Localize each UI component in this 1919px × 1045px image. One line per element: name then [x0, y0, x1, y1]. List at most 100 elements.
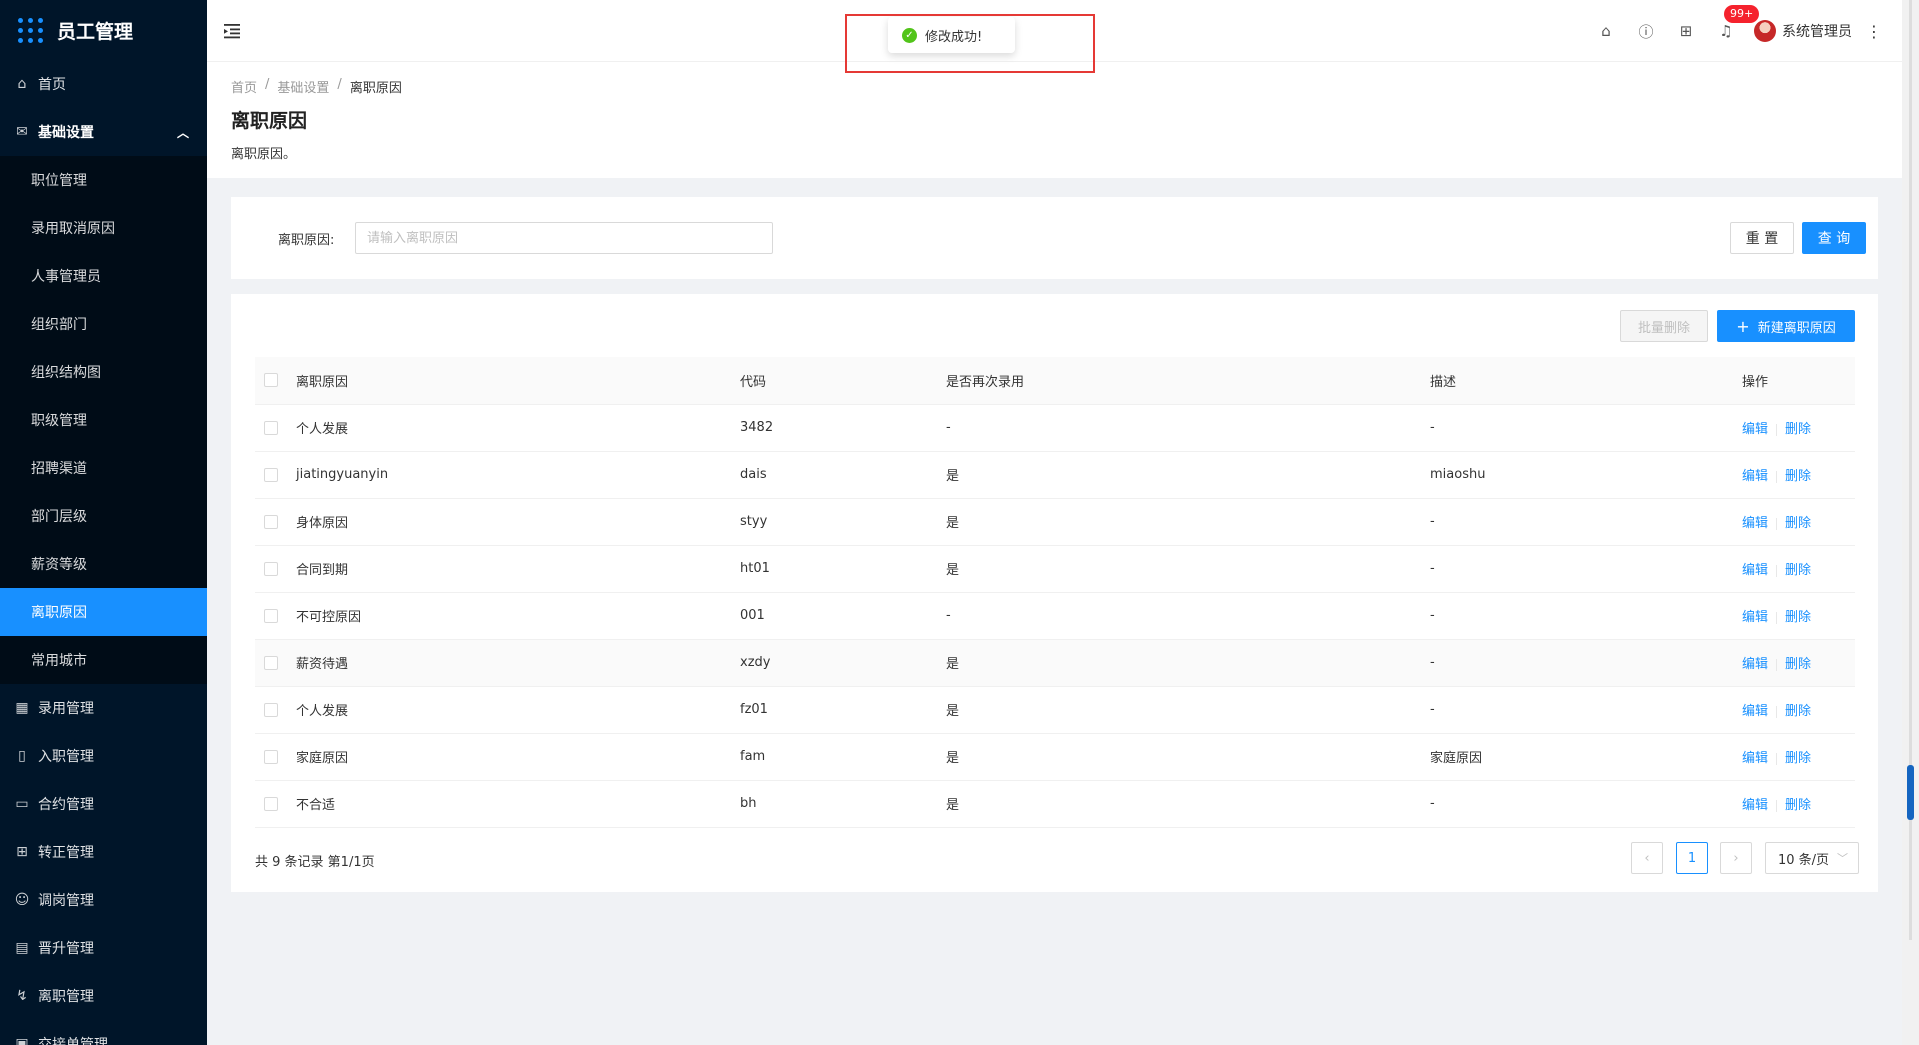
- sidebar-item-resign-mgmt[interactable]: ↯ 离职管理: [0, 972, 207, 1020]
- sidebar-item-transfer-mgmt[interactable]: ☺ 调岗管理: [0, 876, 207, 924]
- home-icon[interactable]: ⌂: [1596, 21, 1616, 41]
- query-button[interactable]: 查 询: [1802, 222, 1866, 254]
- column-header-code: 代码: [740, 357, 946, 405]
- pagination-next-button[interactable]: ›: [1720, 842, 1752, 874]
- breadcrumb-basic-settings[interactable]: 基础设置: [277, 77, 329, 96]
- sidebar-item-handover-mgmt[interactable]: ▣ 交接单管理: [0, 1020, 207, 1045]
- edit-link[interactable]: 编辑: [1742, 704, 1768, 719]
- sidebar-item-dept-level[interactable]: 部门层级: [0, 492, 207, 540]
- edit-link[interactable]: 编辑: [1742, 798, 1768, 813]
- table-row: 不可控原因 001 - - 编辑 删除: [255, 592, 1855, 640]
- breadcrumb-home[interactable]: 首页: [231, 77, 257, 96]
- sidebar-item-onboard-mgmt[interactable]: ▯ 入职管理: [0, 732, 207, 780]
- select-all-checkbox[interactable]: [264, 373, 278, 388]
- edit-link[interactable]: 编辑: [1742, 563, 1768, 578]
- sidebar-item-label: 晋升管理: [38, 941, 94, 957]
- delete-link[interactable]: 删除: [1785, 798, 1811, 813]
- calendar-icon: ▭: [15, 796, 29, 812]
- cell-rehire: 是: [946, 639, 1430, 687]
- row-checkbox[interactable]: [264, 608, 278, 623]
- sidebar-item-common-city[interactable]: 常用城市: [0, 636, 207, 684]
- cell-actions: 编辑 删除: [1742, 404, 1855, 452]
- delete-link[interactable]: 删除: [1785, 751, 1811, 766]
- sidebar-item-recruit-channel[interactable]: 招聘渠道: [0, 444, 207, 492]
- sidebar-item-position[interactable]: 职位管理: [0, 156, 207, 204]
- bell-icon[interactable]: ♫ 99+: [1716, 5, 1760, 41]
- vertical-scrollbar[interactable]: [1902, 0, 1919, 1045]
- more-vertical-icon[interactable]: ⋮: [1866, 22, 1882, 41]
- row-checkbox[interactable]: [264, 467, 278, 482]
- user-icon: ☺: [14, 892, 30, 908]
- sidebar-item-offer-mgmt[interactable]: ▦ 录用管理: [0, 684, 207, 732]
- help-icon[interactable]: ⓘ: [1636, 21, 1656, 41]
- pagination-prev-button[interactable]: ‹: [1631, 842, 1663, 874]
- sidebar-item-hr-admin[interactable]: 人事管理员: [0, 252, 207, 300]
- sidebar-item-label: 交接单管理: [38, 1037, 108, 1045]
- sidebar-item-home[interactable]: ⌂ 首页: [0, 60, 207, 108]
- action-divider: [1776, 423, 1778, 436]
- table-card: 批量删除 + 新建离职原因 离职原因 代码 是否再次录用 描述 操作 个人发展 …: [231, 294, 1878, 892]
- pagination-page-1[interactable]: 1: [1676, 842, 1708, 874]
- app-logo[interactable]: 员工管理: [0, 0, 207, 60]
- action-divider: [1776, 470, 1778, 483]
- sidebar-item-promotion-mgmt[interactable]: ▤ 晋升管理: [0, 924, 207, 972]
- cell-reason: 不合适: [296, 780, 740, 828]
- cell-description: -: [1430, 686, 1742, 734]
- sidebar-item-contract-mgmt[interactable]: ▭ 合约管理: [0, 780, 207, 828]
- sidebar-item-departments[interactable]: 组织部门: [0, 300, 207, 348]
- cell-description: -: [1430, 780, 1742, 828]
- user-menu[interactable]: 系统管理员: [1754, 20, 1852, 42]
- menu-fold-icon[interactable]: [221, 20, 243, 42]
- page-size-select[interactable]: 10 条/页 ﹀: [1765, 842, 1859, 874]
- cell-rehire: -: [946, 404, 1430, 452]
- page-description: 离职原因。: [231, 147, 297, 162]
- cell-description: -: [1430, 545, 1742, 593]
- cell-reason: 薪资待遇: [296, 639, 740, 687]
- search-input[interactable]: [355, 222, 773, 254]
- row-checkbox[interactable]: [264, 420, 278, 435]
- edit-link[interactable]: 编辑: [1742, 422, 1768, 437]
- sidebar-item-regular-mgmt[interactable]: ⊞ 转正管理: [0, 828, 207, 876]
- edit-link[interactable]: 编辑: [1742, 751, 1768, 766]
- edit-link[interactable]: 编辑: [1742, 469, 1768, 484]
- table-row: 个人发展 3482 - - 编辑 删除: [255, 404, 1855, 452]
- table-row: 身体原因 styy 是 - 编辑 删除: [255, 498, 1855, 546]
- edit-link[interactable]: 编辑: [1742, 610, 1768, 625]
- row-checkbox[interactable]: [264, 514, 278, 529]
- sidebar-item-basic-settings[interactable]: ✉ 基础设置 ︿: [0, 108, 207, 156]
- row-checkbox[interactable]: [264, 561, 278, 576]
- cell-rehire: -: [946, 592, 1430, 640]
- edit-link[interactable]: 编辑: [1742, 516, 1768, 531]
- sidebar-item-resign-reason[interactable]: 离职原因: [0, 588, 207, 636]
- row-checkbox[interactable]: [264, 749, 278, 764]
- action-divider: [1776, 658, 1778, 671]
- page-header: 首页 / 基础设置 / 离职原因 离职原因 离职原因。: [207, 62, 1902, 178]
- batch-delete-button[interactable]: 批量删除: [1620, 310, 1708, 342]
- new-resign-reason-button[interactable]: + 新建离职原因: [1717, 310, 1855, 342]
- row-checkbox[interactable]: [264, 702, 278, 717]
- sidebar-item-job-level[interactable]: 职级管理: [0, 396, 207, 444]
- cell-actions: 编辑 删除: [1742, 498, 1855, 546]
- apps-grid-icon: [18, 17, 43, 43]
- delete-link[interactable]: 删除: [1785, 610, 1811, 625]
- sidebar-item-label: 转正管理: [38, 845, 94, 861]
- sidebar-item-org-chart[interactable]: 组织结构图: [0, 348, 207, 396]
- delete-link[interactable]: 删除: [1785, 657, 1811, 672]
- row-checkbox[interactable]: [264, 655, 278, 670]
- edit-link[interactable]: 编辑: [1742, 657, 1768, 672]
- cell-code: xzdy: [740, 639, 946, 687]
- delete-link[interactable]: 删除: [1785, 422, 1811, 437]
- delete-link[interactable]: 删除: [1785, 704, 1811, 719]
- sidebar-item-offer-cancel-reason[interactable]: 录用取消原因: [0, 204, 207, 252]
- appstore-icon[interactable]: ⊞: [1676, 21, 1696, 41]
- delete-link[interactable]: 删除: [1785, 563, 1811, 578]
- delete-link[interactable]: 删除: [1785, 516, 1811, 531]
- scrollbar-thumb[interactable]: [1907, 765, 1914, 820]
- reset-button[interactable]: 重 置: [1730, 222, 1794, 254]
- page-title: 离职原因: [231, 110, 308, 132]
- search-label: 离职原因:: [278, 233, 335, 248]
- delete-link[interactable]: 删除: [1785, 469, 1811, 484]
- row-checkbox[interactable]: [264, 796, 278, 811]
- chevron-right-icon: ›: [1733, 850, 1739, 866]
- sidebar-item-salary-grade[interactable]: 薪资等级: [0, 540, 207, 588]
